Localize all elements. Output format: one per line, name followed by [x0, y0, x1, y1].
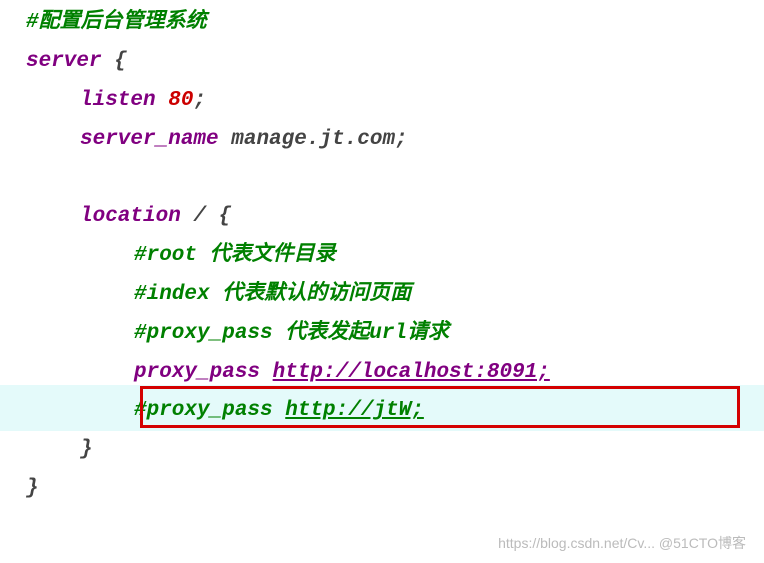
code-line: }	[26, 431, 764, 470]
code-line: #proxy_pass http://jtW;	[26, 392, 764, 431]
comment-text: #root 代表文件目录	[134, 244, 336, 267]
comment-text: #配置后台管理系统	[26, 11, 207, 34]
port-number: 80	[168, 89, 193, 112]
keyword-location: location	[80, 205, 193, 228]
code-line: server_name manage.jt.com;	[26, 121, 764, 160]
code-line: server {	[26, 43, 764, 82]
code-line: proxy_pass http://localhost:8091;	[26, 354, 764, 393]
code-line: #proxy_pass 代表发起url请求	[26, 315, 764, 354]
code-line: location / {	[26, 198, 764, 237]
proxy-url-commented: http://jtW;	[285, 399, 424, 422]
semicolon: ;	[193, 89, 206, 112]
comment-text: #index 代表默认的访问页面	[134, 283, 411, 306]
comment-text: #proxy_pass 代表发起url请求	[134, 322, 449, 345]
keyword-proxy-pass: proxy_pass	[134, 361, 273, 384]
brace-open: {	[102, 50, 127, 73]
comment-proxy-pass: #proxy_pass	[134, 399, 285, 422]
watermark-text: https://blog.csdn.net/Cv... @51CTO博客	[498, 531, 746, 557]
code-line: listen 80;	[26, 82, 764, 121]
code-line: #index 代表默认的访问页面	[26, 276, 764, 315]
keyword-server-name: server_name	[80, 128, 231, 151]
proxy-url: http://localhost:8091;	[273, 361, 550, 384]
brace-close: }	[80, 438, 93, 461]
code-line: }	[26, 470, 764, 509]
code-line: #root 代表文件目录	[26, 237, 764, 276]
location-path: / {	[193, 205, 231, 228]
server-name-value: manage.jt.com;	[231, 128, 407, 151]
keyword-listen: listen	[80, 89, 168, 112]
code-line: #配置后台管理系统	[26, 4, 764, 43]
brace-close: }	[26, 477, 39, 500]
blank-line	[26, 159, 764, 198]
keyword-server: server	[26, 50, 102, 73]
